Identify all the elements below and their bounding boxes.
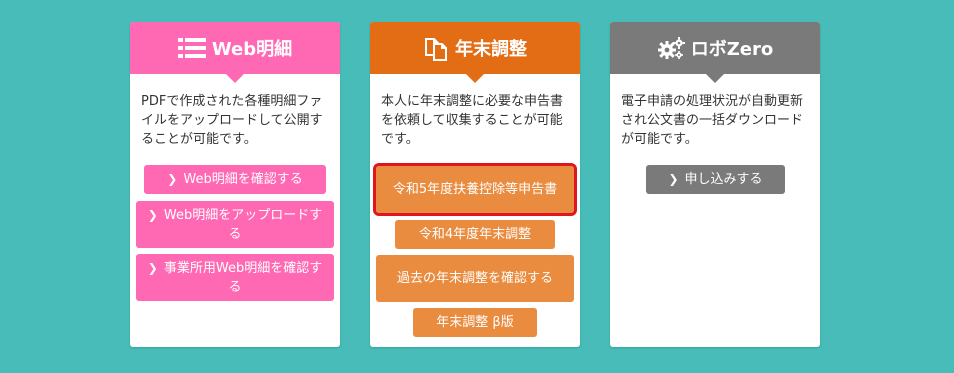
chevron-right-icon: ❯: [167, 172, 178, 186]
robozero-description: 電子申請の処理状況が自動更新され公文書の一括ダウンロードが可能です。: [621, 94, 804, 147]
r5-fuyou-kojo-button[interactable]: 令和5年度扶養控除等申告書: [373, 163, 577, 216]
nenmatsu-header: 年末調整: [370, 22, 580, 83]
view-office-web-meisai-button[interactable]: ❯ 事業所用Web明細を確認する: [136, 254, 334, 301]
web-meisai-card: Web明細 PDFで作成された各種明細ファイルをアップロードして公開することが可…: [130, 22, 340, 347]
view-web-meisai-button[interactable]: ❯ Web明細を確認する: [144, 165, 326, 194]
nenmatsu-card: 年末調整 本人に年末調整に必要な申告書を依頼して収集することが可能です。 令和5…: [370, 22, 580, 347]
nenmatsu-title: 年末調整: [455, 39, 527, 60]
r4-nenmatsu-button[interactable]: 令和4年度年末調整: [395, 220, 555, 249]
past-nenmatsu-button[interactable]: 過去の年末調整を確認する: [376, 255, 574, 302]
chevron-right-icon: ❯: [668, 172, 679, 186]
robozero-header: ロボZero: [610, 22, 820, 83]
web-meisai-title: Web明細: [211, 39, 293, 60]
web-meisai-header: Web明細: [130, 22, 340, 83]
robozero-title: ロボZero: [690, 39, 774, 60]
upload-web-meisai-button[interactable]: ❯ Web明細をアップロードする: [136, 201, 334, 248]
nenmatsu-description: 本人に年末調整に必要な申告書を依頼して収集することが可能です。: [381, 94, 564, 147]
apply-button[interactable]: ❯ 申し込みする: [646, 165, 785, 194]
copy-documents-icon: [423, 35, 449, 61]
chevron-right-icon: ❯: [147, 260, 158, 275]
chevron-right-icon: ❯: [147, 207, 158, 222]
list-icon: [177, 37, 206, 59]
gears-icon: [657, 36, 685, 60]
nenmatsu-beta-button[interactable]: 年末調整 β版: [413, 308, 537, 337]
web-meisai-description: PDFで作成された各種明細ファイルをアップロードして公開することが可能です。: [141, 94, 323, 147]
robozero-card: ロボZero 電子申請の処理状況が自動更新され公文書の一括ダウンロードが可能です…: [610, 22, 820, 347]
